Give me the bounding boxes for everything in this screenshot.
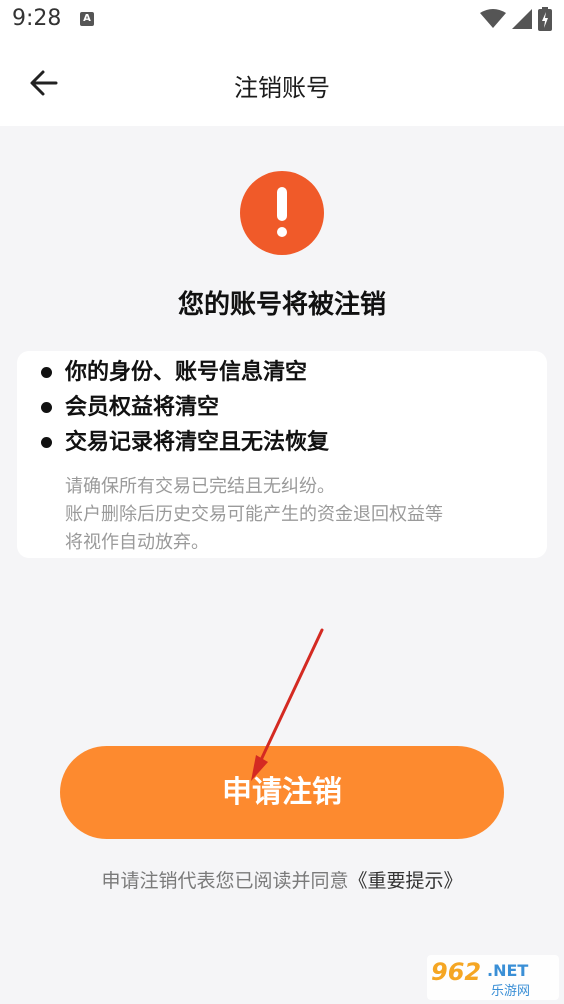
- notice-line: 请确保所有交易已完结且无纠纷。: [65, 476, 335, 497]
- agreement-prefix: 申请注销代表您已阅读并同意: [101, 870, 349, 892]
- notice-line: 账户删除后历史交易可能产生的资金退回权益等: [65, 504, 443, 525]
- warning-heading: 您的账号将被注销: [177, 290, 386, 320]
- status-bar: 9:28 A: [0, 0, 564, 40]
- consequence-item: 你的身份、账号信息清空: [39, 355, 329, 390]
- notice-text: 请确保所有交易已完结且无纠纷。 账户删除后历史交易可能产生的资金退回权益等 将视…: [65, 473, 535, 557]
- system-icons: [480, 7, 552, 31]
- svg-text:962: 962: [431, 958, 481, 986]
- a-notification-icon: A: [80, 12, 94, 26]
- page-title: 注销账号: [234, 74, 330, 102]
- site-watermark-logo: 962 .NET 乐游网: [427, 955, 559, 1000]
- wifi-icon: [480, 9, 506, 28]
- battery-icon: [538, 7, 552, 31]
- exclamation-icon: [240, 171, 324, 255]
- signal-icon: [512, 9, 532, 29]
- consequence-list: 你的身份、账号信息清空 会员权益将清空 交易记录将清空且无法恢复: [39, 355, 329, 460]
- app-bar: 注销账号: [0, 40, 564, 126]
- svg-text:乐游网: 乐游网: [491, 984, 530, 999]
- consequence-item: 交易记录将清空且无法恢复: [39, 425, 329, 460]
- notice-line: 将视作自动放弃。: [65, 532, 209, 553]
- svg-text:.NET: .NET: [487, 961, 528, 980]
- status-time: 9:28: [12, 6, 62, 31]
- apply-cancellation-button[interactable]: 申请注销: [60, 746, 504, 839]
- important-notice-link[interactable]: 《重要提示》: [349, 870, 463, 892]
- consequence-item: 会员权益将清空: [39, 390, 329, 425]
- agreement-text: 申请注销代表您已阅读并同意《重要提示》: [0, 866, 564, 893]
- consequences-card: 你的身份、账号信息清空 会员权益将清空 交易记录将清空且无法恢复 请确保所有交易…: [17, 351, 547, 558]
